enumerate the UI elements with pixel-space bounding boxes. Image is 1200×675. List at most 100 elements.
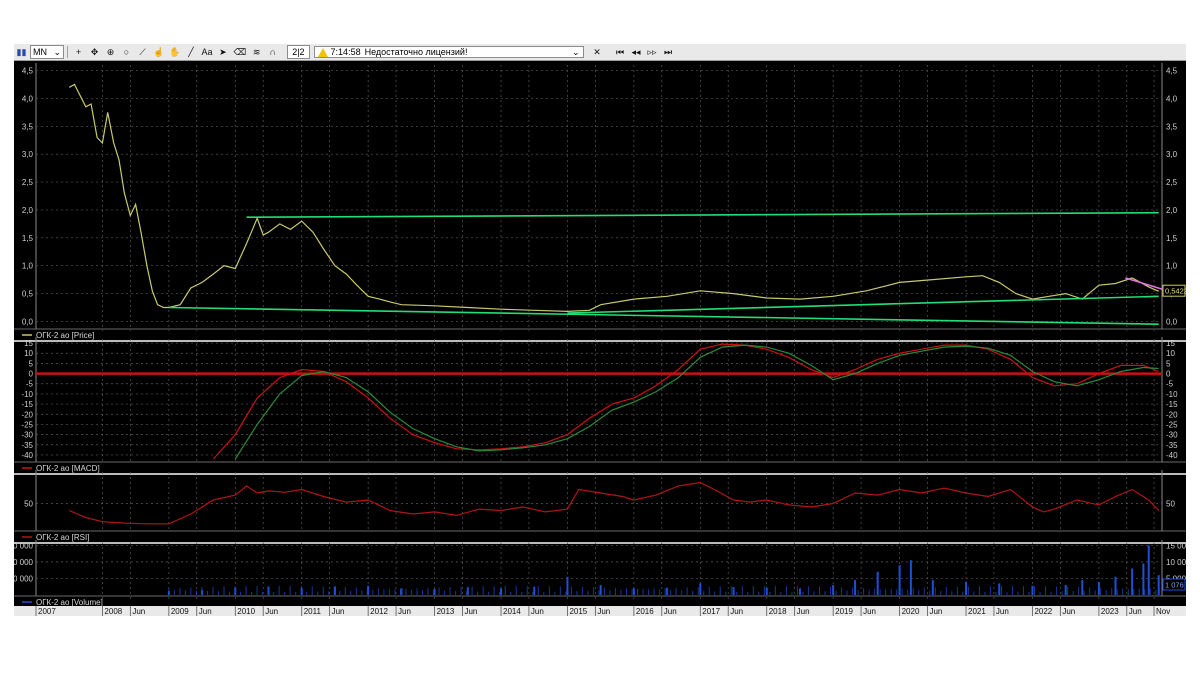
chart-window: ▮▮ MN ⌄ + ✥ ⊕ ○ ⟋ ☝ ✋ ╱ Aa ➤ ⌫ ≋ ∩ 2|2 7:14:58 Недост… [14, 44, 1186, 616]
ruler-icon[interactable]: ⟋ [135, 46, 150, 59]
volume-bar [1022, 586, 1024, 595]
volume-bar [300, 586, 302, 595]
legend-label: ОГК-2 ао [Volume] [36, 598, 103, 607]
volume-bar [592, 587, 594, 595]
volume-bar [1078, 587, 1080, 595]
eraser-icon[interactable]: ⌫ [231, 46, 248, 59]
y-tick-label-right: 2,5 [1166, 178, 1178, 187]
legend-label: ОГК-2 ао [Price] [36, 331, 94, 340]
volume-bar [1142, 563, 1145, 595]
volume-bar [813, 591, 815, 595]
trend-line [1125, 277, 1163, 290]
volume-bar [1116, 589, 1118, 595]
y-tick-label-right: -35 [1166, 441, 1178, 450]
volume-bar [306, 591, 308, 595]
volume-bar [278, 586, 280, 595]
volume-bar [289, 586, 291, 595]
y-tick-label-left: 3,0 [22, 150, 34, 159]
x-tick-label: 2022 [1034, 607, 1052, 616]
y-tick-label-left: -5 [26, 380, 34, 389]
volume-bar [854, 580, 857, 595]
x-tick-label: Jun [265, 607, 278, 616]
volume-bar [912, 588, 914, 595]
volume-bar [322, 586, 324, 595]
volume-bar [217, 591, 219, 595]
volume-bar [868, 589, 870, 595]
volume-bar [725, 591, 727, 595]
circle-icon[interactable]: ○ [119, 46, 134, 59]
volume-bar [796, 586, 798, 595]
volume-bar [631, 589, 633, 595]
hand-icon[interactable]: ✋ [167, 46, 182, 59]
volume-bar [670, 590, 672, 595]
volume-bar [769, 591, 771, 595]
window-counter[interactable]: 2|2 [287, 45, 310, 59]
chart-area[interactable]: 4,5 4,5 4,0 4,0 3,5 3,5 3,0 3,0 2,5 2,5 2,0 2,0 1,5 1… [14, 61, 1186, 616]
y-tick-label-right: 10 [1166, 349, 1175, 358]
x-tick-label: Jun [1129, 607, 1142, 616]
volume-bar [1089, 587, 1091, 595]
x-tick-label: Jun [597, 607, 610, 616]
y-tick-label-left: -15 [21, 400, 33, 409]
volume-bar [857, 590, 859, 595]
status-field[interactable]: 7:14:58 Недостаточно лицензий! ⌄ [313, 46, 584, 58]
line-tool-icon[interactable]: ╱ [183, 46, 198, 59]
volume-bar [747, 591, 749, 595]
period-select[interactable]: MN ⌄ [30, 45, 64, 59]
volume-bar [1017, 591, 1019, 595]
volume-bar [835, 590, 837, 595]
x-tick-label: Jun [664, 607, 677, 616]
crosshair-icon[interactable]: + [71, 46, 86, 59]
volume-bar [637, 588, 639, 595]
volume-bar [361, 590, 363, 595]
y-tick-label-right: -15 [1166, 400, 1178, 409]
volume-bar [570, 586, 572, 595]
volume-bar [532, 591, 534, 595]
rewind-icon[interactable]: ◂◂ [629, 46, 644, 59]
magnet-icon[interactable]: ∩ [265, 46, 280, 59]
forward-icon[interactable]: ▹▹ [645, 46, 660, 59]
volume-bar [931, 580, 934, 595]
volume-bar [455, 591, 457, 595]
x-tick-label: 2021 [968, 607, 986, 616]
volume-bar [173, 589, 175, 595]
volume-bar [863, 588, 865, 595]
volume-bar [405, 588, 407, 595]
volume-bar [184, 590, 186, 595]
volume-bar [521, 591, 523, 595]
volume-bar [791, 591, 793, 595]
volume-bar [998, 583, 1001, 595]
volume-bar [526, 586, 528, 595]
first-icon[interactable]: ⏮ [613, 46, 628, 59]
last-icon[interactable]: ⏭ [661, 46, 676, 59]
volume-bar [763, 586, 765, 595]
hand-pointer-icon[interactable]: ☝ [151, 46, 166, 59]
volume-bar [774, 586, 776, 595]
volume-bar [692, 590, 694, 595]
layers-icon[interactable]: ≋ [249, 46, 264, 59]
volume-bar [482, 586, 484, 595]
trend-line [246, 211, 1159, 218]
volume-bar [510, 591, 512, 595]
arrow-tool-icon[interactable]: ➤ [215, 46, 230, 59]
toolbar-divider [67, 46, 68, 58]
volume-bar [488, 591, 490, 595]
target-icon[interactable]: ⊕ [103, 46, 118, 59]
y-tick-label-left: 1,5 [22, 234, 34, 243]
x-tick-label: 2020 [902, 607, 920, 616]
volume-bar [500, 588, 503, 595]
close-icon[interactable]: ✕ [590, 46, 605, 59]
text-tool-icon[interactable]: Aa [199, 46, 214, 59]
volume-bar [818, 586, 820, 595]
volume-bar [1034, 586, 1036, 595]
navigation-group: ✕ ⏮ ◂◂ ▹▹ ⏭ [590, 46, 677, 59]
move-icon[interactable]: ✥ [87, 46, 102, 59]
volume-bar [741, 586, 743, 595]
y-tick-label-left: 0,0 [22, 317, 34, 326]
volume-bar [995, 591, 997, 595]
volume-bar [543, 591, 545, 595]
volume-bar [1000, 586, 1002, 595]
bar-chart-icon[interactable]: ▮▮ [14, 46, 29, 59]
volume-bar [1072, 591, 1074, 595]
volume-bar [1061, 591, 1063, 595]
